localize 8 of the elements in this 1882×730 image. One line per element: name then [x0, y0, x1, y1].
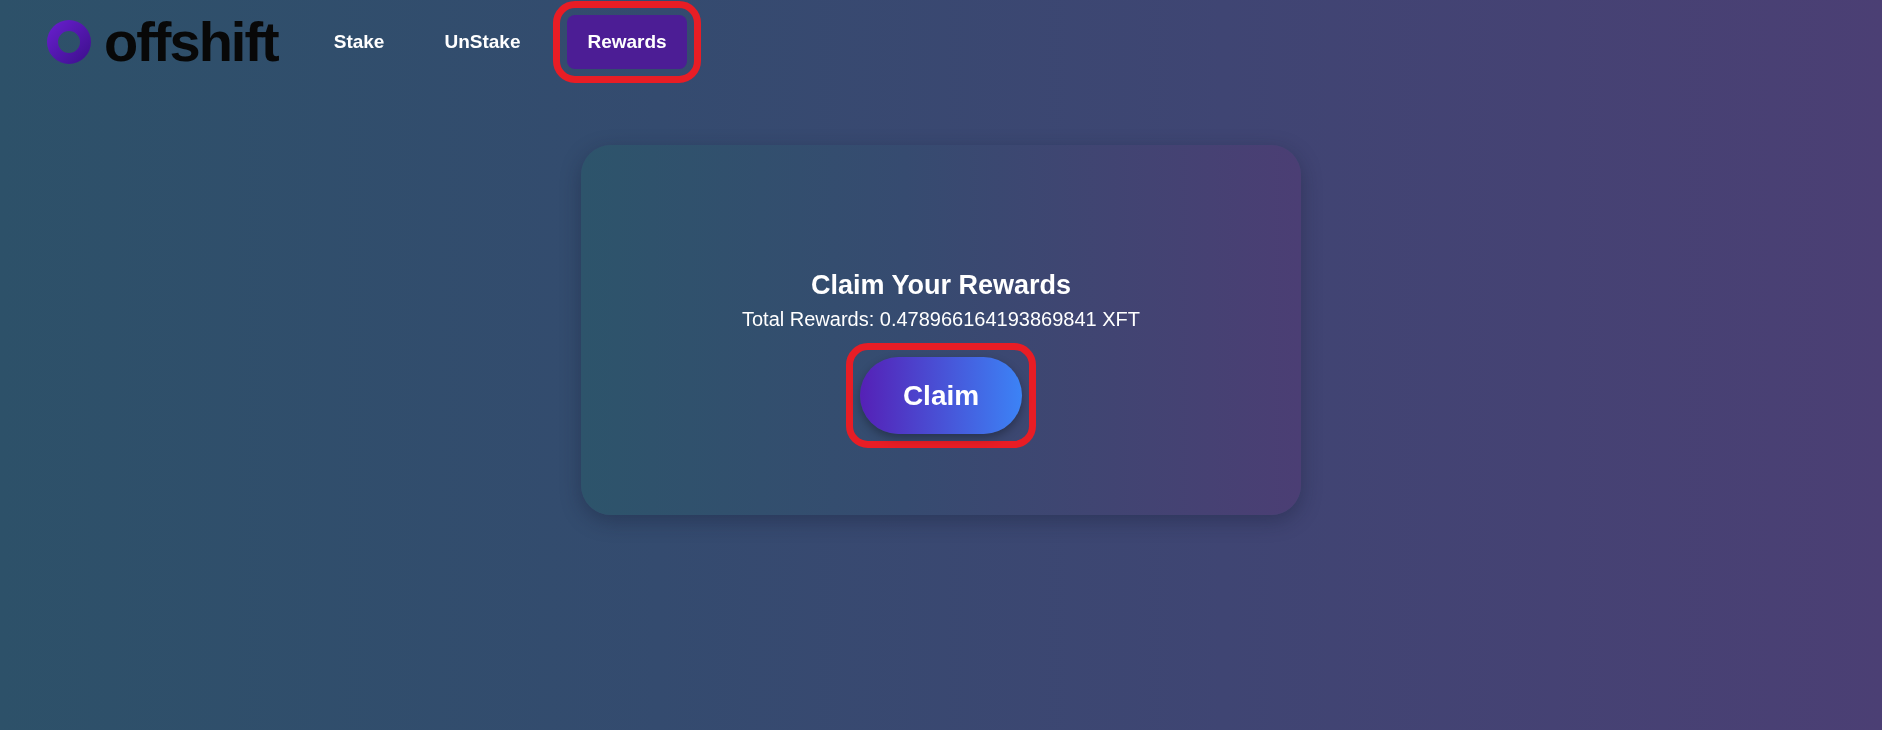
- total-rewards-text: Total Rewards: 0.478966164193869841 XFT: [740, 307, 1142, 332]
- nav-tab[interactable]: UnStake: [424, 15, 541, 69]
- logo-text: offshift: [104, 14, 278, 70]
- nav-tab[interactable]: Stake: [313, 15, 405, 69]
- nav-tab[interactable]: Rewards: [567, 15, 687, 69]
- ring-logo-icon: [44, 17, 94, 67]
- card-title: Claim Your Rewards: [809, 269, 1073, 302]
- claim-button[interactable]: Claim: [860, 357, 1022, 435]
